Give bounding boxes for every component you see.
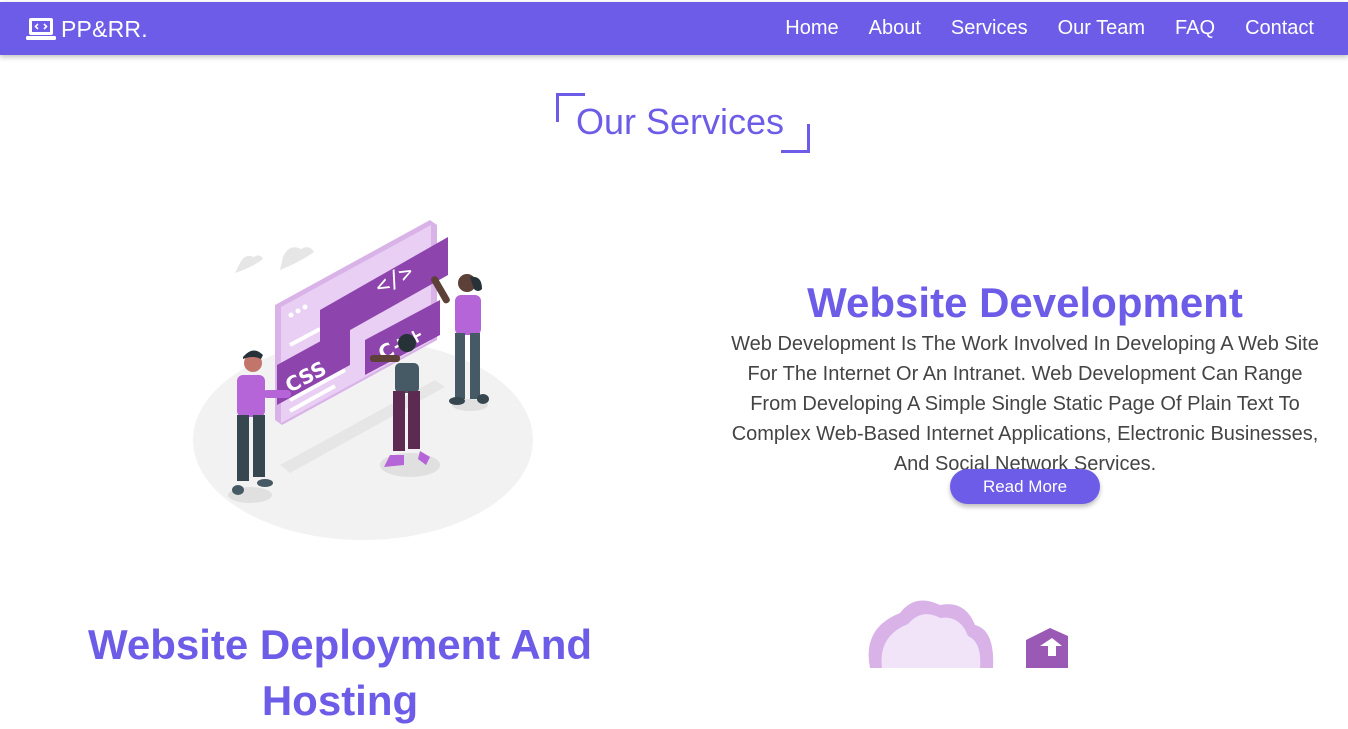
brand[interactable]: PP&RR.	[26, 16, 148, 43]
navbar: PP&RR. Home About Services Our Team FAQ …	[0, 2, 1348, 55]
service-description: Web Development Is The Work Involved In …	[731, 333, 1319, 475]
laptop-code-icon	[26, 17, 56, 40]
nav-link-home[interactable]: Home	[785, 17, 838, 40]
nav-link-faq[interactable]: FAQ	[1175, 17, 1215, 40]
nav-link-our-team[interactable]: Our Team	[1058, 17, 1145, 40]
service-heading-website-deployment: Website Deployment And Hosting	[87, 620, 593, 724]
nav-link-services[interactable]: Services	[951, 17, 1028, 40]
brand-name: PP&RR.	[61, 16, 148, 42]
nav-link-contact[interactable]: Contact	[1245, 17, 1314, 40]
title-bracket-bottom-right	[781, 124, 810, 153]
nav-link-about[interactable]: About	[869, 17, 921, 40]
section-title: Our Services	[556, 93, 810, 153]
section-title-text: Our Services	[576, 101, 785, 142]
web-development-illustration: </> CSS C++	[193, 220, 533, 540]
read-more-button[interactable]: Read More	[950, 469, 1100, 504]
service-heading-website-development: Website Development	[807, 278, 1243, 326]
nav-links: Home About Services Our Team FAQ Contact	[755, 17, 1314, 40]
